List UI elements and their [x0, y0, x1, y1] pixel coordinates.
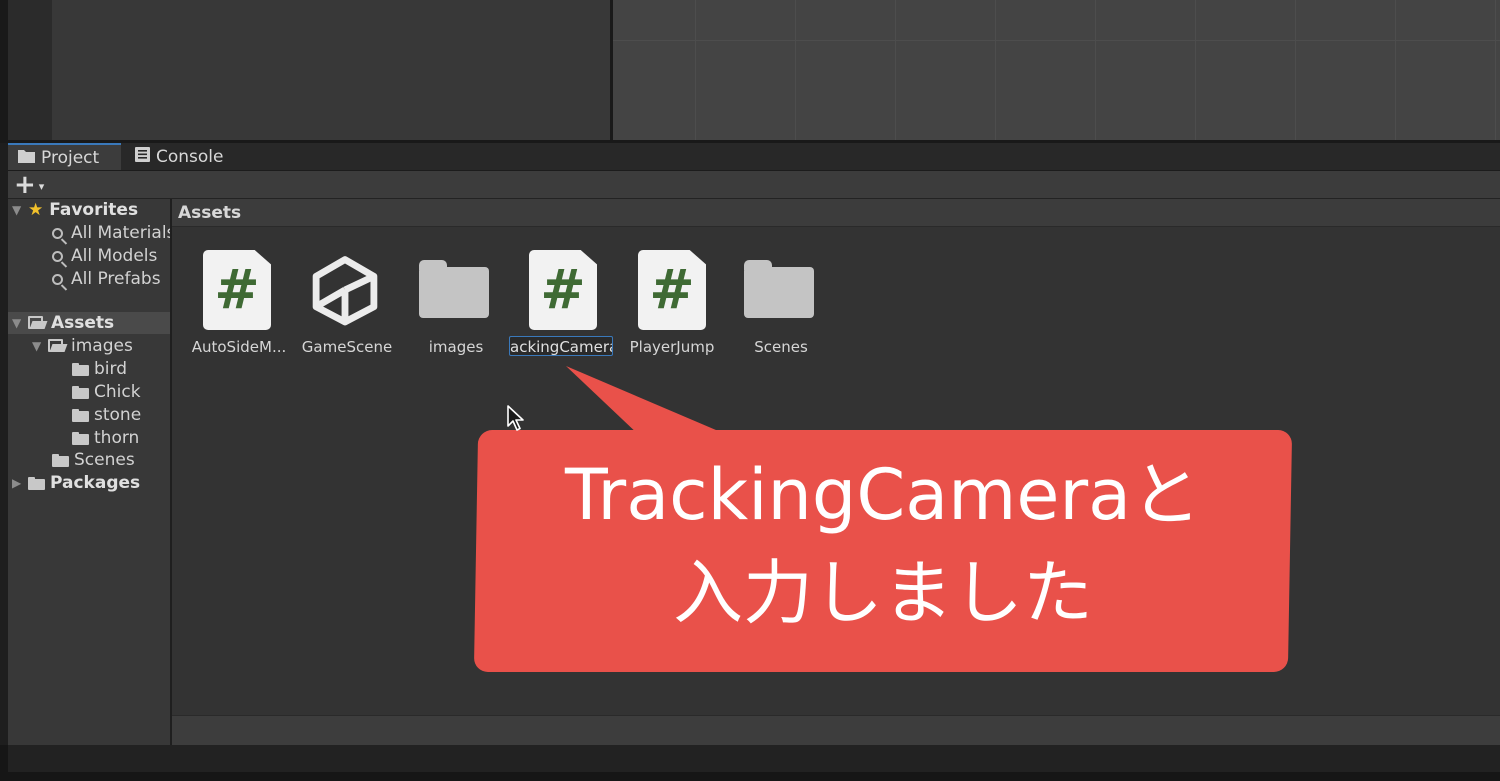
hierarchy-panel[interactable]	[52, 0, 610, 142]
folder-open-icon	[48, 339, 67, 353]
sidebar-item-label: thorn	[94, 428, 140, 448]
folder-icon	[744, 260, 814, 318]
folder-icon	[28, 476, 45, 490]
sidebar-item-all-materials[interactable]: All Materials	[52, 222, 170, 244]
sidebar-item-label: Favorites	[49, 200, 139, 220]
asset-item-scenes-folder[interactable]: Scenes	[727, 248, 835, 358]
unity-scene-icon	[312, 256, 378, 326]
sidebar-item-bird[interactable]: bird	[72, 358, 127, 380]
tab-bar: Project Console	[8, 143, 1500, 171]
asset-label: images	[428, 338, 484, 356]
tab-console[interactable]: Console	[133, 143, 245, 170]
sidebar-item-all-prefabs[interactable]: All Prefabs	[52, 268, 161, 290]
folder-icon	[72, 362, 89, 376]
sidebar-item-label: Packages	[50, 473, 141, 493]
sidebar-item-stone[interactable]: stone	[72, 404, 141, 426]
sidebar-item-label: bird	[94, 359, 127, 379]
sidebar-item-label: All Prefabs	[71, 269, 161, 289]
status-bar	[8, 745, 1500, 772]
sidebar-item-label: images	[71, 336, 133, 356]
asset-item-images-folder[interactable]: images	[402, 248, 510, 358]
search-icon	[52, 250, 63, 262]
callout-line-1: TrackingCameraと	[564, 454, 1202, 536]
asset-item-trackingcamera[interactable]: # ackingCamera	[509, 248, 617, 358]
hash-glyph: #	[214, 258, 260, 321]
assets-breadcrumb: Assets	[172, 199, 1500, 227]
expand-triangle-icon[interactable]: ▼	[12, 203, 28, 217]
folder-open-icon	[28, 316, 47, 330]
chevron-down-icon: ▾	[38, 179, 45, 193]
plus-icon: +	[14, 169, 36, 200]
expand-triangle-icon[interactable]: ▶	[12, 476, 28, 490]
sidebar-item-label: stone	[94, 405, 142, 425]
sidebar-item-label: Assets	[51, 313, 115, 333]
project-toolbar: + ▾	[8, 171, 1500, 199]
hash-glyph: #	[649, 258, 695, 321]
asset-label: PlayerJump	[629, 338, 715, 356]
tab-label: Project	[41, 147, 100, 168]
folder-icon	[52, 453, 69, 467]
asset-label: GameScene	[301, 338, 393, 356]
sidebar-item-packages[interactable]: ▶ Packages	[12, 472, 140, 494]
scene-view[interactable]	[613, 0, 1500, 142]
assets-footer-bar	[172, 715, 1500, 746]
sidebar-item-label: All Models	[71, 246, 158, 266]
folder-icon	[72, 408, 89, 422]
sidebar-item-images[interactable]: ▼ images	[32, 335, 133, 357]
asset-label: AutoSideM...	[191, 338, 287, 356]
asset-item-gamescene[interactable]: GameScene	[293, 248, 401, 358]
star-icon: ★	[28, 200, 44, 220]
sidebar-item-label: Scenes	[74, 450, 135, 470]
project-sidebar: ▼ ★ Favorites All Materials All Models A…	[8, 199, 170, 745]
folder-icon	[72, 431, 89, 445]
asset-label: Scenes	[754, 338, 808, 356]
sidebar-item-favorites[interactable]: ▼ ★ Favorites	[12, 199, 138, 221]
search-icon	[52, 273, 63, 285]
callout-line-2: 入力しました	[673, 552, 1093, 634]
rename-input[interactable]: ackingCamera	[509, 336, 613, 356]
sidebar-item-label: All Materials	[71, 223, 170, 243]
sidebar-item-thorn[interactable]: thorn	[72, 427, 139, 449]
add-asset-button[interactable]: + ▾	[14, 171, 44, 198]
hierarchy-gutter	[8, 0, 52, 142]
search-icon	[52, 227, 63, 239]
mouse-cursor-icon	[507, 405, 524, 431]
left-edge-strip	[0, 0, 8, 142]
callout-text: TrackingCameraと 入力しました	[476, 446, 1290, 656]
sidebar-item-label: Chick	[94, 382, 141, 402]
sidebar-item-all-models[interactable]: All Models	[52, 245, 157, 267]
sidebar-item-scenes[interactable]: Scenes	[52, 449, 135, 471]
expand-triangle-icon[interactable]: ▼	[32, 339, 48, 353]
expand-triangle-icon[interactable]: ▼	[12, 316, 28, 330]
asset-item-autosidemove[interactable]: # AutoSideM...	[185, 248, 293, 358]
sidebar-item-assets[interactable]: ▼ Assets	[8, 312, 170, 334]
tab-label: Console	[156, 146, 224, 167]
folder-icon	[18, 148, 35, 168]
console-icon	[135, 146, 150, 167]
hash-glyph: #	[540, 258, 586, 321]
sidebar-item-chick[interactable]: Chick	[72, 381, 141, 403]
folder-icon	[419, 260, 489, 318]
tab-project[interactable]: Project	[8, 143, 121, 170]
folder-icon	[72, 385, 89, 399]
asset-item-playerjump[interactable]: # PlayerJump	[618, 248, 726, 358]
